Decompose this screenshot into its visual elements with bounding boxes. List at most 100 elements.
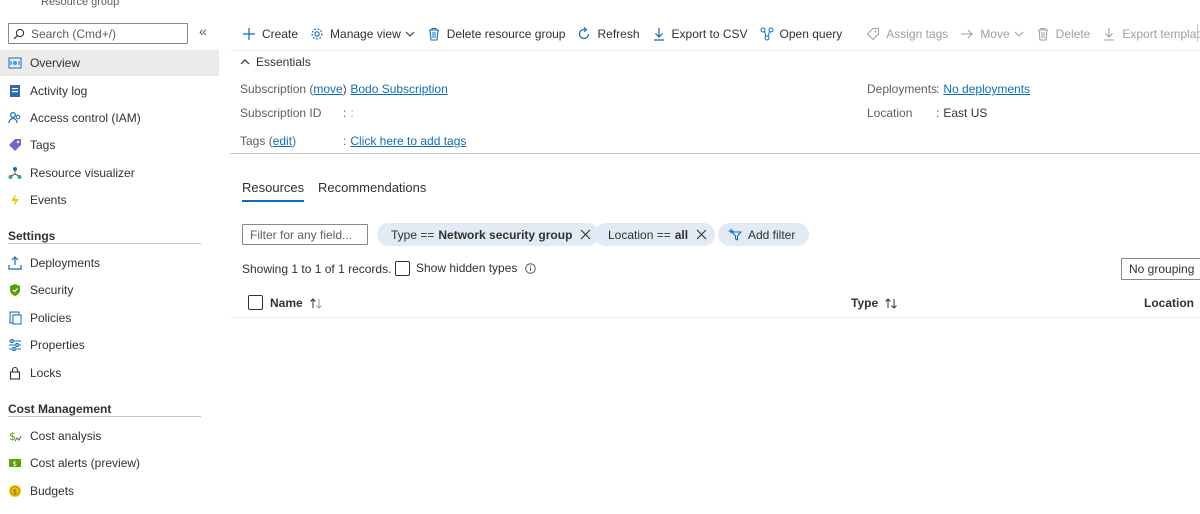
essentials-divider [230,153,1200,154]
create-label: Create [262,27,299,41]
add-tags-link[interactable]: Click here to add tags [350,134,466,148]
add-filter-label: Add filter [748,227,796,242]
export-csv-label: Export to CSV [671,27,748,41]
column-header-type[interactable]: Type [851,296,898,310]
location-label: Location [867,106,913,120]
delete-button[interactable]: Delete [1036,27,1091,41]
sidebar-item-properties[interactable]: Properties [0,332,219,358]
sidebar-item-overview[interactable]: Overview [0,50,219,76]
sort-icon [309,297,323,309]
move-button[interactable]: Move [960,27,1024,41]
info-icon[interactable] [525,262,537,274]
type-filter-pill[interactable]: Type == Network security group [377,223,600,246]
export-template-button[interactable]: Export template [1102,27,1200,41]
edit-tags-link[interactable]: edit [273,134,292,148]
trash-icon [427,27,441,41]
colon: : [343,106,347,120]
create-button[interactable]: Create [242,27,298,41]
tag-icon [8,138,22,152]
tags-label-text: Tags [240,134,266,148]
filter-input[interactable] [242,224,368,245]
essentials-toggle[interactable]: Essentials [240,55,311,69]
sidebar-item-policies[interactable]: Policies [0,305,219,331]
add-filter-icon [728,228,742,242]
subscription-label: Subscription (move) [240,82,347,96]
location-value: : East US [936,106,987,120]
svg-text:$: $ [13,488,17,496]
move-label: Move [980,27,1010,41]
deployments-value: : No deployments [936,82,1030,96]
svg-text:$: $ [9,430,16,443]
grouping-dropdown[interactable]: No grouping [1121,258,1200,280]
type-filter-prefix: Type == [391,227,435,242]
sidebar: « Overview Activity log Access control (… [0,14,219,514]
delete-label: Delete [1055,27,1091,41]
sidebar-item-label: Deployments [30,256,101,270]
policy-icon [8,311,22,325]
location-text: East US [943,106,988,120]
sidebar-item-budgets[interactable]: $ Budgets [0,478,219,504]
sidebar-item-label: Locks [30,366,62,380]
activity-log-icon [8,84,22,98]
chevron-up-icon [240,57,250,67]
settings-section-title: Settings [8,229,56,243]
subscription-link[interactable]: Bodo Subscription [350,82,447,96]
select-all-checkbox[interactable] [248,295,263,310]
table-header-divider [230,317,1200,318]
command-bar: Create Manage view Delete resource group… [230,24,1200,44]
sidebar-item-cost-analysis[interactable]: $ Cost analysis [0,423,219,449]
open-query-button[interactable]: Open query [760,27,842,41]
location-filter-pill[interactable]: Location == all [594,223,716,246]
delete-resource-group-button[interactable]: Delete resource group [427,27,565,41]
cost-alert-icon: $ [8,456,22,470]
sidebar-item-label: Overview [30,56,81,70]
subscription-label-text: Subscription [240,82,307,96]
command-bar-divider [230,50,1200,51]
sidebar-item-events[interactable]: Events [0,187,219,213]
column-header-location[interactable]: Location [1144,296,1200,310]
sidebar-item-security[interactable]: Security [0,277,219,303]
move-subscription-link[interactable]: move [313,82,342,96]
manage-view-button[interactable]: Manage view [310,27,415,41]
tag-outline-icon [866,27,880,41]
sidebar-item-label: Cost analysis [30,429,102,443]
sidebar-item-tags[interactable]: Tags [0,132,219,158]
manage-view-label: Manage view [330,27,401,41]
show-hidden-types-checkbox[interactable] [395,261,410,276]
tab-recommendations[interactable]: Recommendations [318,180,426,195]
search-input[interactable] [31,26,181,41]
sidebar-item-label: Cost alerts (preview) [30,456,141,470]
assign-tags-label: Assign tags [886,27,949,41]
sidebar-item-resource-visualizer[interactable]: Resource visualizer [0,160,219,186]
close-icon[interactable] [696,229,707,240]
column-header-name[interactable]: Name [270,296,323,310]
chevron-down-icon [405,29,415,39]
sidebar-item-locks[interactable]: Locks [0,360,219,386]
collapse-sidebar-button[interactable]: « [199,23,207,39]
show-hidden-types-text: Show hidden types [416,261,518,275]
sidebar-item-activity-log[interactable]: Activity log [0,78,219,104]
sidebar-item-label: Budgets [30,484,75,498]
records-count: Showing 1 to 1 of 1 records. [242,262,392,276]
tab-resources[interactable]: Resources [242,180,305,202]
colon: : [936,82,940,96]
sidebar-item-deployments[interactable]: Deployments [0,250,219,276]
shield-icon [8,283,22,297]
add-filter-button[interactable]: Add filter [718,223,810,246]
sidebar-item-iam[interactable]: Access control (IAM) [0,105,219,131]
subscription-id-text: : [350,106,354,120]
sidebar-search[interactable] [8,23,188,44]
query-icon [760,27,774,41]
visualizer-icon [8,166,22,180]
deployments-link[interactable]: No deployments [943,82,1030,96]
refresh-button[interactable]: Refresh [577,27,640,41]
sort-icon [884,297,898,309]
subscription-value: : Bodo Subscription [343,82,448,96]
sidebar-item-cost-alerts[interactable]: $ Cost alerts (preview) [0,450,219,476]
chevron-down-icon [1014,29,1024,39]
close-icon[interactable] [580,229,591,240]
export-csv-button[interactable]: Export to CSV [652,27,748,41]
assign-tags-button[interactable]: Assign tags [866,27,948,41]
tags-value: : Click here to add tags [343,134,466,148]
resource-type-label: Resource group [41,0,120,8]
